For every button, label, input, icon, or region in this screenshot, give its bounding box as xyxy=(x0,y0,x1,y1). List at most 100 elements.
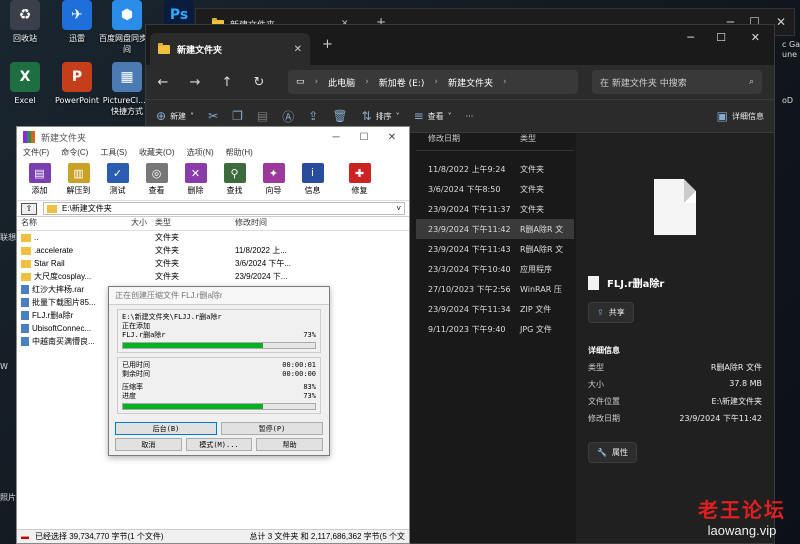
close-window-button[interactable]: ✕ xyxy=(751,31,760,44)
info-button[interactable]: i 信息 xyxy=(294,161,331,200)
row-name: FLJ.r删a除r xyxy=(32,311,74,320)
test-button[interactable]: ✓ 测试 xyxy=(99,161,136,200)
desktop-icon-label: PowerPoint xyxy=(54,96,100,105)
list-item[interactable]: 23/9/2024 下午11:37 文件夹 xyxy=(416,199,574,219)
detail-row: 大小 37.8 MB xyxy=(588,379,762,390)
sort-button[interactable]: ⇅ 排序 ˅ xyxy=(362,109,400,123)
add-button[interactable]: ▤ 添加 xyxy=(21,161,58,200)
up-arrow-icon[interactable]: ↑ xyxy=(218,75,236,90)
path-combobox[interactable]: E:\新建文件夹 ˅ xyxy=(43,202,405,215)
table-row[interactable]: .accelerate 文件夹 11/8/2022 上... xyxy=(17,244,409,257)
elapsed-row: 已用时间 00:00:01 xyxy=(122,361,316,370)
repair-button[interactable]: ✚ 修复 xyxy=(341,161,378,200)
menu-help[interactable]: 帮助(H) xyxy=(226,147,253,161)
recycle-bin-shortcut[interactable]: ♻ 回收站 xyxy=(0,0,54,44)
extract-folder-icon: ▥ xyxy=(67,163,90,183)
folder-icon xyxy=(158,42,170,54)
properties-button[interactable]: 🔧 属性 xyxy=(588,442,637,463)
cut-button[interactable]: ✂ xyxy=(208,109,218,123)
menu-commands[interactable]: 命令(C) xyxy=(61,147,88,161)
minimize-button[interactable]: ─ xyxy=(687,31,694,44)
window-title: 新建文件夹 xyxy=(41,132,87,143)
list-item[interactable]: 23/3/2024 下午10:40 应用程序 xyxy=(416,259,574,279)
search-icon: ⌕ xyxy=(748,77,754,87)
copy-button[interactable]: ❐ xyxy=(232,109,243,123)
new-tab-button[interactable]: + xyxy=(322,37,333,52)
search-input[interactable]: 在 新建文件夹 中搜索 ⌕ xyxy=(592,70,762,94)
list-item-selected[interactable]: 23/9/2024 下午11:42 R删A除R 文 xyxy=(416,219,574,239)
breadcrumb-item[interactable]: 此电脑 xyxy=(328,76,355,89)
delete-button[interactable]: 🗑 xyxy=(332,109,347,123)
remaining-value: 00:00:00 xyxy=(282,370,316,378)
detail-value: R删A除R 文件 xyxy=(710,363,762,372)
breadcrumb-item[interactable]: 新建文件夹 xyxy=(448,76,493,89)
item-date: 27/10/2023 下午2:56 xyxy=(428,284,511,294)
refresh-icon[interactable]: ↻ xyxy=(250,75,268,90)
details-pane-button[interactable]: ▣ 详细信息 xyxy=(717,109,764,123)
close-icon[interactable]: ✕ xyxy=(294,44,302,55)
column-type[interactable]: 类型 xyxy=(153,217,235,230)
pause-button[interactable]: 暂停(P) xyxy=(221,422,323,435)
maximize-button[interactable]: ☐ xyxy=(353,132,375,143)
view-button[interactable]: ≡ 查看 ˅ xyxy=(414,109,452,123)
menu-tools[interactable]: 工具(S) xyxy=(100,147,127,161)
share-button[interactable]: ⇪ xyxy=(308,109,318,123)
item-date: 3/6/2024 下午8:50 xyxy=(428,184,501,194)
column-date[interactable]: 修改日期 xyxy=(416,133,516,150)
view-label: 查看 xyxy=(427,111,444,121)
table-row[interactable]: Star Rail 文件夹 3/6/2024 下午... xyxy=(17,257,409,270)
column-size[interactable]: 大小 xyxy=(99,217,153,230)
help-button[interactable]: 帮助 xyxy=(256,438,323,451)
recycle-bin-icon: ♻ xyxy=(10,0,40,30)
minimize-button[interactable]: ─ xyxy=(325,132,347,143)
wizard-button[interactable]: ✦ 向导 xyxy=(255,161,292,200)
item-date: 23/3/2024 下午10:40 xyxy=(428,264,511,274)
detail-row: 文件位置 E:\新建文件夹 xyxy=(588,396,762,407)
back-arrow-icon[interactable]: ← xyxy=(154,75,172,90)
column-modified[interactable]: 修改时间 xyxy=(235,217,315,230)
list-item[interactable]: 23/9/2024 下午11:43 R删A除R 文 xyxy=(416,239,574,259)
list-item[interactable]: 27/10/2023 下午2:56 WinRAR 压 xyxy=(416,279,574,299)
rename-button[interactable]: Ⓐ xyxy=(282,108,294,125)
paste-button[interactable]: ▤ xyxy=(257,109,268,123)
explorer-tab[interactable]: 新建文件夹 ✕ xyxy=(150,33,310,65)
desktop-icon-label: 回收站 xyxy=(13,34,37,43)
column-name[interactable]: 名称 xyxy=(17,217,99,230)
close-window-button[interactable]: ✕ xyxy=(776,15,786,29)
menu-favorites[interactable]: 收藏夹(O) xyxy=(139,147,175,161)
forward-arrow-icon[interactable]: → xyxy=(186,75,204,90)
row-name: 批量下载图片85... xyxy=(32,298,96,307)
cancel-button[interactable]: 取消 xyxy=(115,438,182,451)
close-window-button[interactable]: ✕ xyxy=(381,132,403,143)
table-row[interactable]: .. 文件夹 xyxy=(17,231,409,244)
excel-shortcut[interactable]: X Excel xyxy=(0,62,54,106)
sort-label: 排序 xyxy=(375,111,392,121)
delete-button[interactable]: ✕ 删除 xyxy=(177,161,214,200)
maximize-button[interactable]: ☐ xyxy=(716,31,726,44)
column-type[interactable]: 类型 xyxy=(516,133,574,150)
total-row: 进度 73% xyxy=(122,392,316,401)
breadcrumb-item[interactable]: 新加卷 (E:) xyxy=(379,76,425,89)
clipboard-icon: ▤ xyxy=(256,109,269,123)
up-folder-button[interactable]: ⇧ xyxy=(21,202,37,215)
list-item[interactable]: 9/11/2023 下午9:40 JPG 文件 xyxy=(416,319,574,339)
tool-label: 解压到 xyxy=(66,186,91,195)
share-button[interactable]: ⇪ 共享 xyxy=(588,302,634,323)
background-button[interactable]: 后台(B) xyxy=(115,422,217,435)
details-label: 详细信息 xyxy=(732,111,764,121)
more-button[interactable]: ··· xyxy=(466,112,474,121)
table-row[interactable]: 大尺度cosplay... 文件夹 23/9/2024 下... xyxy=(17,270,409,283)
find-button[interactable]: ⚲ 查找 xyxy=(216,161,253,200)
list-item[interactable]: 3/6/2024 下午8:50 文件夹 xyxy=(416,179,574,199)
path-bar: ⇧ E:\新建文件夹 ˅ xyxy=(17,201,409,217)
menu-options[interactable]: 选项(N) xyxy=(187,147,214,161)
menu-file[interactable]: 文件(F) xyxy=(23,147,49,161)
breadcrumb[interactable]: ▭ › 此电脑 › 新加卷 (E:) › 新建文件夹 › xyxy=(288,70,578,94)
delete-icon: ✕ xyxy=(184,163,207,183)
extract-to-button[interactable]: ▥ 解压到 xyxy=(60,161,97,200)
list-item[interactable]: 23/9/2024 下午11:34 ZIP 文件 xyxy=(416,299,574,319)
mode-button[interactable]: 模式(M)... xyxy=(185,438,253,451)
new-button[interactable]: ⊕ 新建 ˅ xyxy=(156,109,194,123)
list-item[interactable]: 11/8/2022 上午9:24 文件夹 xyxy=(416,159,574,179)
view-button[interactable]: ◎ 查看 xyxy=(138,161,175,200)
